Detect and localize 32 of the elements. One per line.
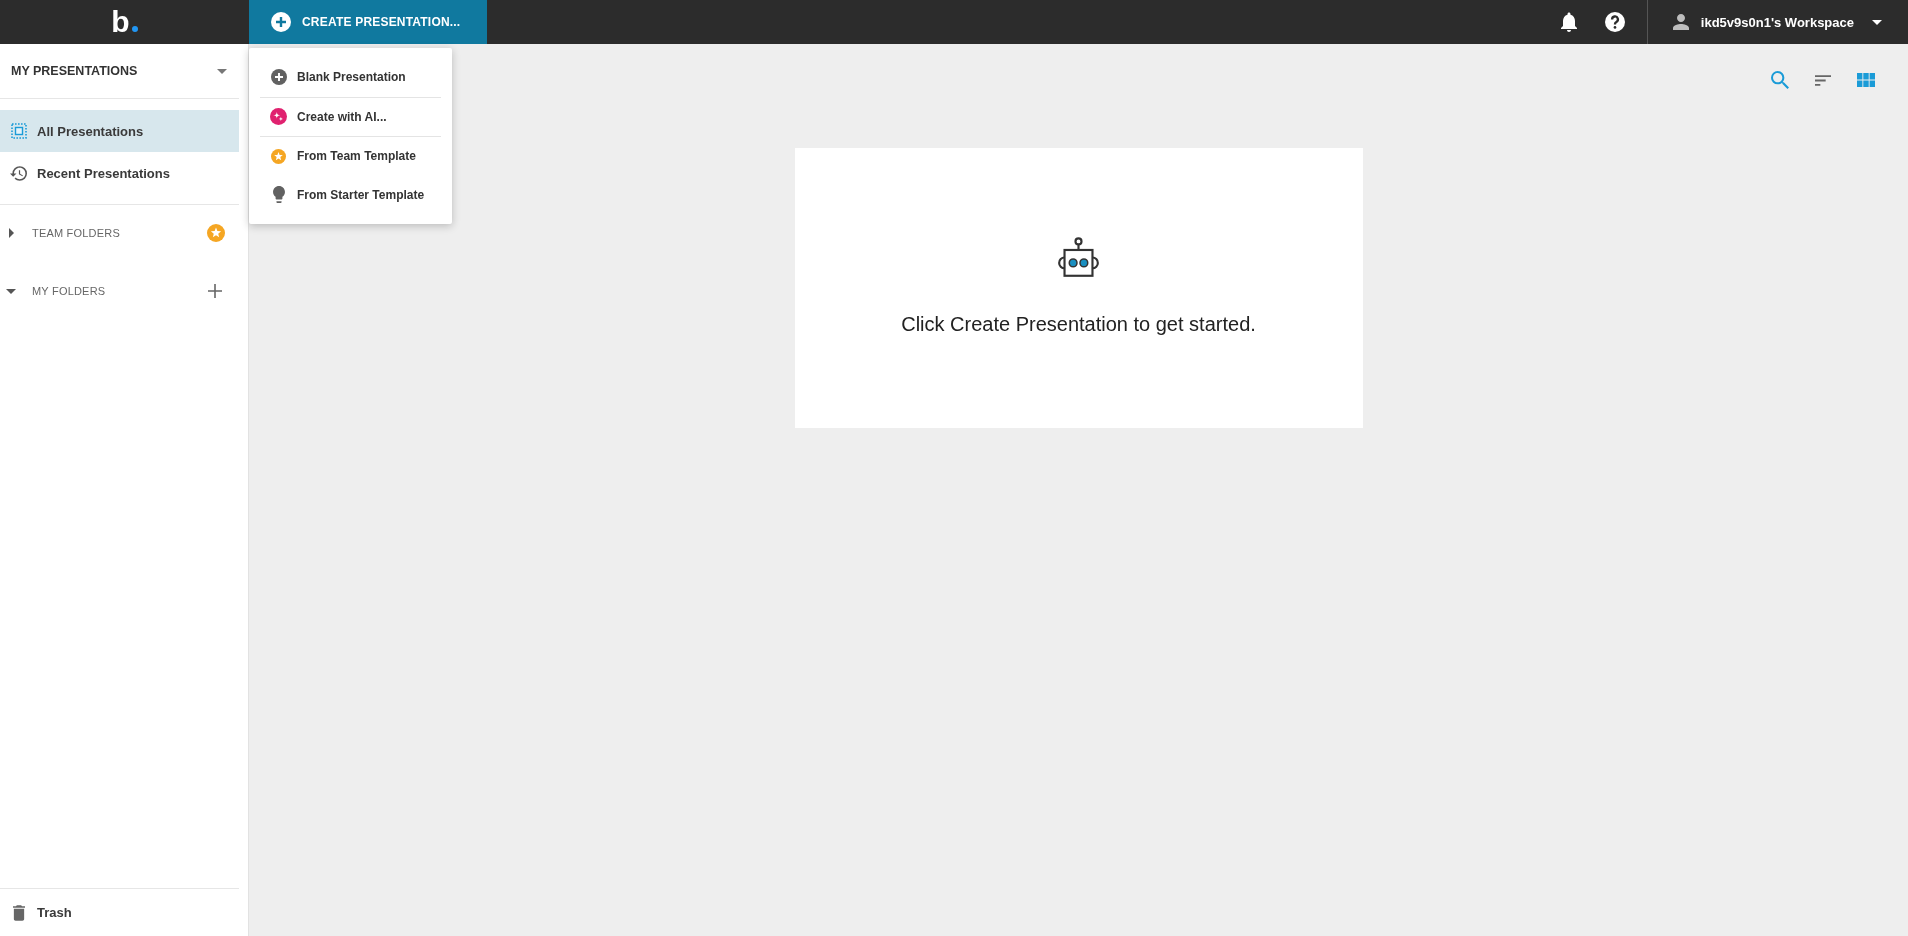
lightbulb-icon — [272, 186, 285, 204]
trash-icon — [12, 904, 25, 921]
robot-icon — [1057, 237, 1100, 278]
sparkle-icon — [270, 108, 287, 126]
bell-icon[interactable] — [1560, 12, 1577, 32]
empty-state-message: Click Create Presentation to get started. — [901, 312, 1256, 336]
workspace-menu[interactable]: ikd5v9s0n1's Workspace — [1647, 0, 1908, 44]
folder-section-toggle[interactable]: MY FOLDERS — [7, 276, 208, 306]
dotted-square-icon — [10, 123, 27, 139]
create-presentation-button[interactable]: CREATE PRESENTATION... — [249, 0, 487, 44]
plus-icon — [208, 284, 222, 298]
sort-icon[interactable] — [1815, 74, 1831, 86]
history-icon — [10, 165, 27, 181]
presentations-dropdown[interactable]: MY PRESENTATIONS — [0, 44, 239, 99]
add-folder-button[interactable] — [208, 284, 222, 298]
sidebar-item[interactable]: Recent Presentations — [0, 152, 239, 194]
user-icon — [1672, 14, 1689, 30]
plus-circle-icon — [271, 12, 291, 32]
menu-item[interactable]: From Team Template — [260, 137, 441, 176]
caret-down-icon — [1872, 19, 1882, 25]
caret-down-icon — [217, 68, 227, 74]
trash-link[interactable]: Trash — [0, 892, 72, 933]
search-icon[interactable] — [1771, 71, 1789, 89]
help-icon[interactable] — [1604, 12, 1625, 32]
logo[interactable]: b — [111, 7, 138, 37]
menu-item[interactable]: Blank Presentation — [260, 58, 441, 97]
menu-item[interactable]: From Starter Template — [260, 175, 441, 214]
star-badge-icon — [207, 224, 225, 242]
menu-item[interactable]: Create with AI... — [260, 97, 441, 136]
sidebar-item[interactable]: All Presentations — [0, 110, 239, 152]
plus-circle-icon — [270, 69, 287, 86]
folder-section-toggle[interactable]: TEAM FOLDERS — [7, 218, 207, 248]
